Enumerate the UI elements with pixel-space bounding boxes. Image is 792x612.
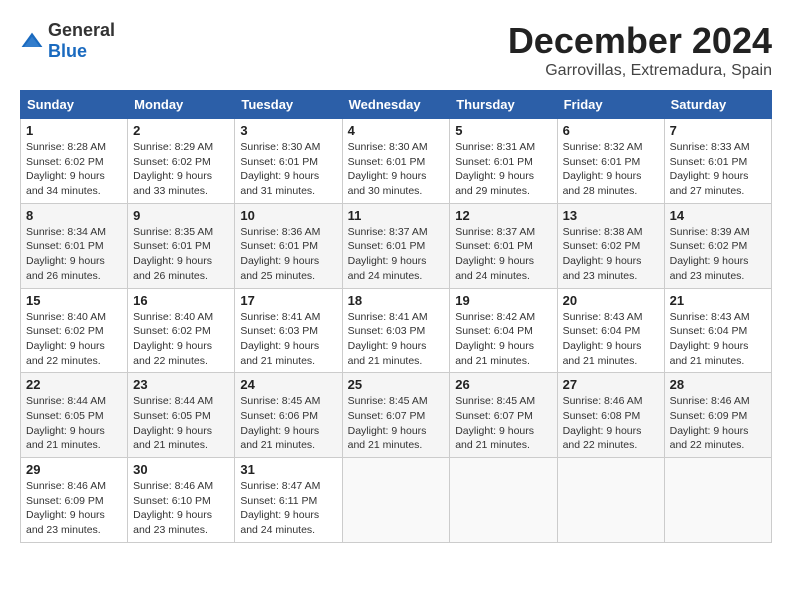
weekday-header-sunday: Sunday	[21, 91, 128, 119]
weekday-header-saturday: Saturday	[664, 91, 771, 119]
calendar-day-3: 3Sunrise: 8:30 AMSunset: 6:01 PMDaylight…	[235, 119, 342, 204]
calendar-day-18: 18Sunrise: 8:41 AMSunset: 6:03 PMDayligh…	[342, 288, 450, 373]
calendar-day-1: 1Sunrise: 8:28 AMSunset: 6:02 PMDaylight…	[21, 119, 128, 204]
weekday-header-wednesday: Wednesday	[342, 91, 450, 119]
calendar-day-14: 14Sunrise: 8:39 AMSunset: 6:02 PMDayligh…	[664, 203, 771, 288]
calendar-day-16: 16Sunrise: 8:40 AMSunset: 6:02 PMDayligh…	[128, 288, 235, 373]
calendar-day-19: 19Sunrise: 8:42 AMSunset: 6:04 PMDayligh…	[450, 288, 557, 373]
calendar-day-13: 13Sunrise: 8:38 AMSunset: 6:02 PMDayligh…	[557, 203, 664, 288]
calendar-day-26: 26Sunrise: 8:45 AMSunset: 6:07 PMDayligh…	[450, 373, 557, 458]
calendar-day-8: 8Sunrise: 8:34 AMSunset: 6:01 PMDaylight…	[21, 203, 128, 288]
calendar-day-5: 5Sunrise: 8:31 AMSunset: 6:01 PMDaylight…	[450, 119, 557, 204]
calendar-day-28: 28Sunrise: 8:46 AMSunset: 6:09 PMDayligh…	[664, 373, 771, 458]
calendar-day-7: 7Sunrise: 8:33 AMSunset: 6:01 PMDaylight…	[664, 119, 771, 204]
calendar-day-2: 2Sunrise: 8:29 AMSunset: 6:02 PMDaylight…	[128, 119, 235, 204]
calendar-day-4: 4Sunrise: 8:30 AMSunset: 6:01 PMDaylight…	[342, 119, 450, 204]
location-title: Garrovillas, Extremadura, Spain	[508, 62, 772, 80]
week-row: 22Sunrise: 8:44 AMSunset: 6:05 PMDayligh…	[21, 373, 772, 458]
calendar-day-10: 10Sunrise: 8:36 AMSunset: 6:01 PMDayligh…	[235, 203, 342, 288]
calendar-day-15: 15Sunrise: 8:40 AMSunset: 6:02 PMDayligh…	[21, 288, 128, 373]
empty-cell	[342, 458, 450, 543]
logo: General Blue	[20, 20, 115, 62]
logo-text-general: General	[48, 20, 115, 40]
empty-cell	[450, 458, 557, 543]
calendar-day-25: 25Sunrise: 8:45 AMSunset: 6:07 PMDayligh…	[342, 373, 450, 458]
calendar-table: SundayMondayTuesdayWednesdayThursdayFrid…	[20, 90, 772, 543]
calendar-day-31: 31Sunrise: 8:47 AMSunset: 6:11 PMDayligh…	[235, 458, 342, 543]
calendar-day-30: 30Sunrise: 8:46 AMSunset: 6:10 PMDayligh…	[128, 458, 235, 543]
calendar-day-29: 29Sunrise: 8:46 AMSunset: 6:09 PMDayligh…	[21, 458, 128, 543]
weekday-header-friday: Friday	[557, 91, 664, 119]
calendar-day-11: 11Sunrise: 8:37 AMSunset: 6:01 PMDayligh…	[342, 203, 450, 288]
page-header: General Blue December 2024 Garrovillas, …	[20, 20, 772, 80]
empty-cell	[664, 458, 771, 543]
empty-cell	[557, 458, 664, 543]
weekday-header-row: SundayMondayTuesdayWednesdayThursdayFrid…	[21, 91, 772, 119]
logo-text-blue: Blue	[48, 41, 87, 61]
calendar-day-20: 20Sunrise: 8:43 AMSunset: 6:04 PMDayligh…	[557, 288, 664, 373]
weekday-header-thursday: Thursday	[450, 91, 557, 119]
calendar-day-23: 23Sunrise: 8:44 AMSunset: 6:05 PMDayligh…	[128, 373, 235, 458]
calendar-day-24: 24Sunrise: 8:45 AMSunset: 6:06 PMDayligh…	[235, 373, 342, 458]
weekday-header-monday: Monday	[128, 91, 235, 119]
calendar-day-12: 12Sunrise: 8:37 AMSunset: 6:01 PMDayligh…	[450, 203, 557, 288]
calendar-day-27: 27Sunrise: 8:46 AMSunset: 6:08 PMDayligh…	[557, 373, 664, 458]
title-section: December 2024 Garrovillas, Extremadura, …	[508, 20, 772, 80]
week-row: 15Sunrise: 8:40 AMSunset: 6:02 PMDayligh…	[21, 288, 772, 373]
logo-icon	[20, 31, 44, 51]
calendar-day-6: 6Sunrise: 8:32 AMSunset: 6:01 PMDaylight…	[557, 119, 664, 204]
calendar-day-22: 22Sunrise: 8:44 AMSunset: 6:05 PMDayligh…	[21, 373, 128, 458]
calendar-day-21: 21Sunrise: 8:43 AMSunset: 6:04 PMDayligh…	[664, 288, 771, 373]
calendar-day-17: 17Sunrise: 8:41 AMSunset: 6:03 PMDayligh…	[235, 288, 342, 373]
calendar-day-9: 9Sunrise: 8:35 AMSunset: 6:01 PMDaylight…	[128, 203, 235, 288]
weekday-header-tuesday: Tuesday	[235, 91, 342, 119]
week-row: 8Sunrise: 8:34 AMSunset: 6:01 PMDaylight…	[21, 203, 772, 288]
week-row: 29Sunrise: 8:46 AMSunset: 6:09 PMDayligh…	[21, 458, 772, 543]
week-row: 1Sunrise: 8:28 AMSunset: 6:02 PMDaylight…	[21, 119, 772, 204]
month-title: December 2024	[508, 20, 772, 62]
